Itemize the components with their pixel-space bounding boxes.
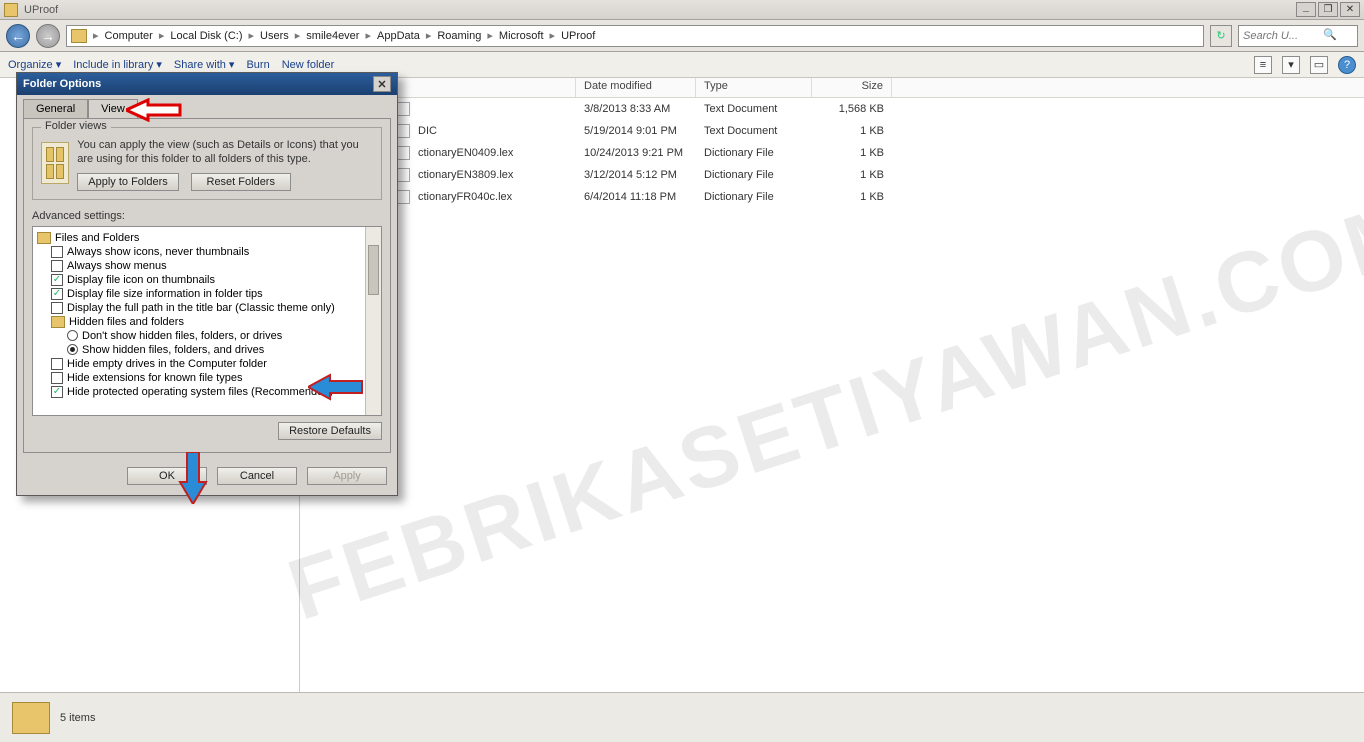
adv-list-scrollbar[interactable] bbox=[365, 227, 381, 415]
organize-menu[interactable]: Organize ▾ bbox=[8, 58, 61, 71]
dialog-title: Folder Options bbox=[23, 78, 101, 90]
crumb-microsoft[interactable]: Microsoft bbox=[495, 30, 548, 42]
restore-defaults-button[interactable]: Restore Defaults bbox=[278, 422, 382, 440]
crumb-users[interactable]: Users bbox=[256, 30, 293, 42]
annotation-arrow-down bbox=[178, 452, 208, 504]
checkbox-file-icon[interactable]: ✓ bbox=[51, 274, 63, 286]
folder-views-label: Folder views bbox=[41, 120, 111, 132]
refresh-button[interactable]: ↻ bbox=[1210, 25, 1232, 47]
files-folders-node: Files and Folders bbox=[55, 232, 139, 244]
col-type[interactable]: Type bbox=[696, 78, 812, 97]
burn-button[interactable]: Burn bbox=[246, 59, 269, 71]
dialog-close-button[interactable]: ✕ bbox=[373, 76, 391, 92]
hidden-files-node: Hidden files and folders bbox=[69, 316, 184, 328]
folder-icon bbox=[4, 3, 18, 17]
dialog-titlebar[interactable]: Folder Options ✕ bbox=[17, 73, 397, 95]
crumb-computer[interactable]: Computer bbox=[101, 30, 157, 42]
include-library-menu[interactable]: Include in library ▾ bbox=[73, 58, 162, 71]
annotation-arrow-blue bbox=[308, 373, 364, 401]
help-button[interactable]: ? bbox=[1338, 56, 1356, 74]
file-row[interactable]: DIC5/19/2014 9:01 PMText Document1 KB bbox=[300, 120, 1364, 142]
search-icon: 🔍 bbox=[1323, 28, 1339, 44]
col-size[interactable]: Size bbox=[812, 78, 892, 97]
folder-icon bbox=[71, 29, 87, 43]
close-button[interactable]: ✕ bbox=[1340, 2, 1360, 17]
checkbox-always-icons[interactable] bbox=[51, 246, 63, 258]
scrollbar-thumb[interactable] bbox=[368, 245, 379, 295]
folder-views-text: You can apply the view (such as Details … bbox=[77, 138, 373, 167]
crumb-uproof[interactable]: UProof bbox=[557, 30, 599, 42]
advanced-settings-label: Advanced settings: bbox=[32, 210, 382, 222]
tab-view-panel: Folder views You can apply the view (suc… bbox=[23, 118, 391, 453]
cancel-button[interactable]: Cancel bbox=[217, 467, 297, 485]
status-item-count: 5 items bbox=[60, 712, 95, 724]
share-with-menu[interactable]: Share with ▾ bbox=[174, 58, 235, 71]
file-row[interactable]: 3/8/2013 8:33 AMText Document1,568 KB bbox=[300, 98, 1364, 120]
file-row[interactable]: ctionaryEN0409.lex10/24/2013 9:21 PMDict… bbox=[300, 142, 1364, 164]
folder-views-icon bbox=[41, 142, 69, 184]
tab-general[interactable]: General bbox=[23, 99, 88, 118]
radio-show-hidden[interactable] bbox=[67, 344, 78, 355]
folder-icon bbox=[12, 702, 50, 734]
back-button[interactable]: ← bbox=[6, 24, 30, 48]
crumb-user[interactable]: smile4ever bbox=[302, 30, 363, 42]
file-row[interactable]: ctionaryFR040c.lex6/4/2014 11:18 PMDicti… bbox=[300, 186, 1364, 208]
checkbox-hide-os[interactable]: ✓ bbox=[51, 386, 63, 398]
preview-pane-button[interactable]: ▭ bbox=[1310, 56, 1328, 74]
status-bar: 5 items bbox=[0, 692, 1364, 742]
folder-views-group: Folder views You can apply the view (suc… bbox=[32, 127, 382, 200]
maximize-button[interactable]: ❐ bbox=[1318, 2, 1338, 17]
annotation-arrow-red bbox=[126, 98, 182, 122]
forward-button[interactable]: → bbox=[36, 24, 60, 48]
crumb-roaming[interactable]: Roaming bbox=[433, 30, 485, 42]
search-box[interactable]: 🔍 bbox=[1238, 25, 1358, 47]
window-title: UProof bbox=[24, 4, 58, 16]
apply-to-folders-button[interactable]: Apply to Folders bbox=[77, 173, 178, 191]
nav-bar: ← → ▸ Computer▸ Local Disk (C:)▸ Users▸ … bbox=[0, 20, 1364, 52]
checkbox-hide-empty[interactable] bbox=[51, 358, 63, 370]
checkbox-always-menus[interactable] bbox=[51, 260, 63, 272]
checkbox-hide-ext[interactable] bbox=[51, 372, 63, 384]
radio-dont-show-hidden[interactable] bbox=[67, 330, 78, 341]
column-headers: Name Date modified Type Size bbox=[300, 78, 1364, 98]
reset-folders-button[interactable]: Reset Folders bbox=[191, 173, 291, 191]
new-folder-button[interactable]: New folder bbox=[282, 59, 335, 71]
window-titlebar: UProof _ ❐ ✕ bbox=[0, 0, 1364, 20]
col-date[interactable]: Date modified bbox=[576, 78, 696, 97]
folder-options-dialog: Folder Options ✕ General View Folder vie… bbox=[16, 72, 398, 496]
search-input[interactable] bbox=[1243, 30, 1323, 42]
crumb-disk[interactable]: Local Disk (C:) bbox=[166, 30, 246, 42]
folder-icon bbox=[37, 232, 51, 244]
checkbox-full-path[interactable] bbox=[51, 302, 63, 314]
checkbox-file-size[interactable]: ✓ bbox=[51, 288, 63, 300]
minimize-button[interactable]: _ bbox=[1296, 2, 1316, 17]
folder-icon bbox=[51, 316, 65, 328]
view-dropdown[interactable]: ▾ bbox=[1282, 56, 1300, 74]
apply-button[interactable]: Apply bbox=[307, 467, 387, 485]
breadcrumb[interactable]: ▸ Computer▸ Local Disk (C:)▸ Users▸ smil… bbox=[66, 25, 1204, 47]
crumb-appdata[interactable]: AppData bbox=[373, 30, 424, 42]
file-row[interactable]: ctionaryEN3809.lex3/12/2014 5:12 PMDicti… bbox=[300, 164, 1364, 186]
view-mode-button[interactable]: ≡ bbox=[1254, 56, 1272, 74]
